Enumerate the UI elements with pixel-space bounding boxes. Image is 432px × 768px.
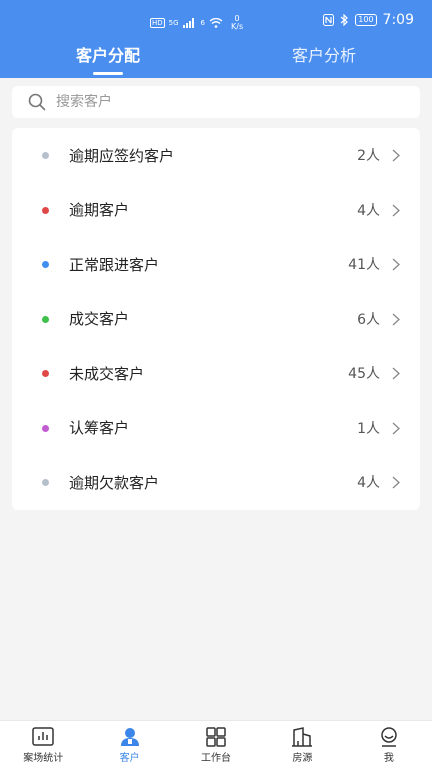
list-item-overdue-signing[interactable]: 逾期应签约客户 2人 <box>12 128 420 183</box>
search-input[interactable] <box>56 94 396 110</box>
battery-level: 100 <box>358 15 374 24</box>
nav-item-workbench[interactable]: 工作台 <box>173 721 259 768</box>
tab-label: 客户分析 <box>291 46 356 65</box>
nav-item-properties[interactable]: 房源 <box>259 721 345 768</box>
chevron-right-icon <box>392 422 400 434</box>
status-dot <box>42 206 49 214</box>
status-dot <box>42 424 49 432</box>
customer-category-list: 逾期应签约客户 2人 逾期客户 4人 正常跟进客户 41人 成交客户 6人 未成… <box>12 128 420 510</box>
tab-active-indicator <box>93 72 123 75</box>
list-item-label: 逾期欠款客户 <box>69 473 160 492</box>
status-dot <box>42 261 49 268</box>
list-item-count: 4人 <box>357 475 380 492</box>
status-right: 100 7:09 <box>323 12 414 28</box>
bluetooth-icon <box>340 14 349 26</box>
chart-icon <box>32 727 54 746</box>
list-item-count: 6人 <box>357 311 380 328</box>
nav-label: 我 <box>383 753 394 764</box>
building-icon <box>292 727 313 747</box>
list-item-label: 逾期应签约客户 <box>69 146 175 165</box>
chevron-right-icon <box>392 313 400 325</box>
nav-item-sales-stats[interactable]: 案场统计 <box>0 721 86 768</box>
list-item-count: 1人 <box>357 420 380 437</box>
list-item-subscription[interactable]: 认筹客户 1人 <box>12 401 420 456</box>
network-badge: 5G <box>168 19 179 27</box>
tab-customer-analysis[interactable]: 客户分析 <box>216 40 432 78</box>
list-item-closed-deal[interactable]: 成交客户 6人 <box>12 292 420 347</box>
grid-icon <box>206 727 226 747</box>
person-icon <box>120 728 139 746</box>
hd-badge: HD <box>150 18 165 28</box>
status-dot <box>42 315 49 323</box>
list-item-label: 成交客户 <box>69 310 130 329</box>
search-bar[interactable] <box>12 86 420 118</box>
chevron-right-icon <box>392 476 400 489</box>
status-dot <box>42 370 49 377</box>
chevron-right-icon <box>392 258 400 271</box>
list-item-count: 41人 <box>348 257 380 274</box>
battery-icon: 100 <box>355 14 377 26</box>
list-item-count: 4人 <box>357 202 380 219</box>
list-item-label: 逾期客户 <box>69 201 130 220</box>
status-dot <box>42 479 49 486</box>
nfc-icon <box>323 14 335 26</box>
chevron-right-icon <box>392 367 400 380</box>
list-item-count: 45人 <box>348 366 380 383</box>
wifi-icon <box>209 18 223 28</box>
signal-icon <box>182 18 194 28</box>
status-bar: HD 5G 6 0 K/s 100 7:09 <box>0 0 432 40</box>
nav-label: 客户 <box>119 753 140 764</box>
speed-readout: 0 K/s <box>231 15 243 31</box>
tab-label: 客户分配 <box>75 46 140 65</box>
bottom-nav: 案场统计 客户 工作台 房源 我 <box>0 720 432 768</box>
list-item-not-closed[interactable]: 未成交客户 45人 <box>12 346 420 401</box>
search-icon <box>28 93 46 111</box>
nav-label: 案场统计 <box>23 753 64 764</box>
nav-label: 工作台 <box>201 753 232 764</box>
wifi-badge: 6 <box>200 19 206 27</box>
nav-item-me[interactable]: 我 <box>346 721 432 768</box>
profile-icon <box>381 727 397 747</box>
nav-label: 房源 <box>292 753 313 764</box>
list-item-normal-follow-up[interactable]: 正常跟进客户 41人 <box>12 237 420 292</box>
list-item-label: 未成交客户 <box>69 364 145 383</box>
app-header: HD 5G 6 0 K/s 100 7:09 客户分配 客户分析 <box>0 0 432 78</box>
status-time: 7:09 <box>382 12 414 28</box>
chevron-right-icon <box>392 149 400 162</box>
list-item-label: 正常跟进客户 <box>69 255 160 274</box>
tab-customer-allocation[interactable]: 客户分配 <box>0 40 216 78</box>
list-item-count: 2人 <box>357 148 380 165</box>
status-left: HD 5G 6 0 K/s <box>150 15 243 31</box>
tab-bar: 客户分配 客户分析 <box>0 40 432 78</box>
status-dot <box>42 152 49 159</box>
speed-unit: K/s <box>231 22 244 31</box>
list-item-label: 认筹客户 <box>69 419 130 438</box>
chevron-right-icon <box>392 204 400 216</box>
list-item-overdue[interactable]: 逾期客户 4人 <box>12 183 420 238</box>
nav-item-customers[interactable]: 客户 <box>86 721 172 768</box>
list-item-overdue-arrears[interactable]: 逾期欠款客户 4人 <box>12 455 420 510</box>
